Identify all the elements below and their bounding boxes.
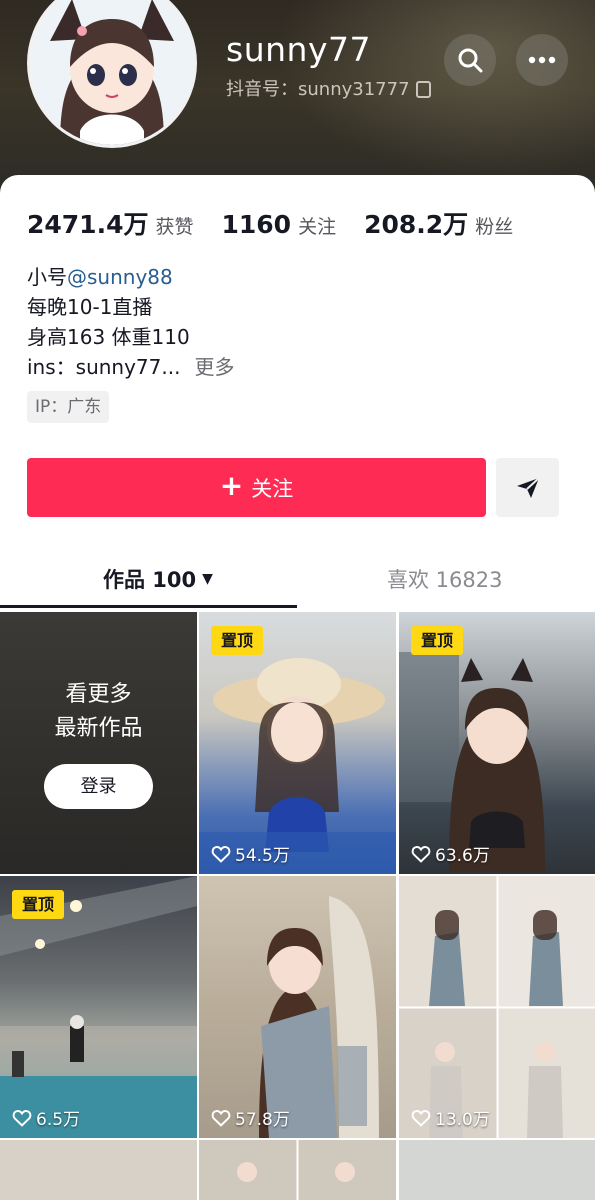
stat-following[interactable]: 1160 关注 [222, 210, 337, 239]
login-prompt-text: 看更多 最新作品 [0, 678, 197, 746]
search-button[interactable] [444, 34, 496, 86]
bio-line-1: 小号@sunny88 [27, 262, 234, 292]
bio: 小号@sunny88 每晚10-1直播 身高163 体重110 ins：sunn… [27, 262, 234, 382]
video-thumbnail[interactable]: 57.8万 [199, 876, 396, 1138]
mention-link[interactable]: @sunny88 [67, 265, 173, 289]
thumbnail-image [399, 876, 595, 1138]
plus-icon: + [219, 469, 244, 502]
like-count-value: 63.6万 [435, 846, 490, 866]
bio-line-4: ins：sunny77... 更多 [27, 352, 234, 382]
video-thumbnail[interactable] [199, 1140, 396, 1200]
stat-label: 关注 [298, 216, 337, 238]
heart-icon [411, 845, 431, 863]
avatar-illustration [30, 0, 194, 145]
stat-likes[interactable]: 2471.4万 获赞 [27, 205, 194, 241]
bio-line-3: 身高163 体重110 [27, 325, 190, 349]
login-text-line: 最新作品 [54, 716, 143, 741]
stats-row: 2471.4万 获赞 1160 关注 208.2万 粉丝 [27, 205, 541, 241]
bio-ins: ins：sunny77... [27, 355, 181, 379]
heart-icon [211, 1109, 231, 1127]
send-icon [516, 476, 540, 498]
ip-location-tag: IP：广东 [27, 391, 110, 423]
stat-value: 208.2万 [364, 210, 469, 239]
stat-value: 2471.4万 [27, 210, 149, 239]
tab-likes[interactable]: 喜欢 16823 [387, 550, 502, 608]
send-message-button[interactable] [496, 458, 559, 517]
content-tabs: 作品 100 ▼ 喜欢 16823 [0, 550, 595, 608]
avatar[interactable] [27, 0, 197, 148]
video-thumbnail[interactable]: 置顶 6.5万 [0, 876, 197, 1138]
pinned-badge: 置顶 [411, 626, 463, 655]
heart-icon [411, 1109, 431, 1127]
pinned-badge: 置顶 [12, 890, 64, 919]
tab-likes-label: 喜欢 16823 [387, 568, 503, 592]
stat-label: 获赞 [155, 216, 194, 238]
like-count-value: 54.5万 [235, 846, 290, 866]
stat-label: 粉丝 [475, 216, 514, 238]
follow-label: 关注 [251, 476, 294, 501]
like-count: 57.8万 [211, 1105, 290, 1130]
like-count: 13.0万 [411, 1105, 490, 1130]
stat-value: 1160 [221, 210, 292, 239]
douyin-id-text: 抖音号：sunny31777 [226, 79, 410, 100]
username: sunny77 [226, 30, 371, 69]
login-button[interactable]: 登录 [44, 764, 153, 809]
video-thumbnail[interactable]: 置顶 54.5万 [199, 612, 396, 874]
thumbnail-image [237, 1140, 355, 1200]
bio-more-link[interactable]: 更多 [194, 355, 234, 379]
more-button[interactable] [516, 34, 568, 86]
heart-icon [211, 845, 231, 863]
video-thumbnail[interactable] [399, 1140, 595, 1200]
pinned-badge: 置顶 [211, 626, 263, 655]
tab-works[interactable]: 作品 100 ▼ [103, 550, 213, 608]
tab-active-indicator [0, 605, 297, 608]
video-thumbnail[interactable]: 置顶 63.6万 [399, 612, 595, 874]
like-count-value: 6.5万 [36, 1110, 81, 1130]
bio-prefix: 小号 [27, 265, 67, 289]
login-text-line: 看更多 [65, 682, 132, 707]
thumbnail-image [259, 896, 379, 1138]
stat-followers[interactable]: 208.2万 粉丝 [364, 205, 513, 241]
like-count: 6.5万 [12, 1105, 80, 1130]
login-prompt-card: 看更多 最新作品 登录 [0, 612, 197, 874]
search-icon [458, 48, 483, 73]
follow-button[interactable]: + 关注 [27, 458, 486, 517]
like-count: 63.6万 [411, 841, 490, 866]
more-icon [528, 56, 556, 64]
tab-works-label: 作品 100 [103, 568, 197, 592]
profile-header: sunny77 抖音号：sunny31777 [0, 0, 595, 200]
chevron-down-icon: ▼ [202, 571, 213, 587]
heart-icon [12, 1109, 32, 1127]
video-thumbnail[interactable]: 13.0万 [399, 876, 595, 1138]
bio-line-2: 每晚10-1直播 [27, 295, 153, 319]
douyin-id[interactable]: 抖音号：sunny31777 [226, 75, 431, 101]
copy-icon[interactable] [415, 80, 431, 98]
like-count-value: 13.0万 [435, 1110, 490, 1130]
like-count: 54.5万 [211, 841, 290, 866]
like-count-value: 57.8万 [235, 1110, 290, 1130]
video-thumbnail[interactable] [0, 1140, 197, 1200]
